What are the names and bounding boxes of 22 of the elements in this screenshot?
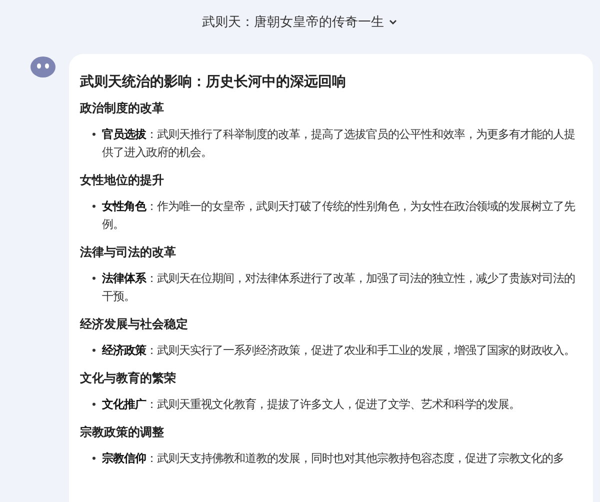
bullet-text: 宗教信仰：武则天支持佛教和道教的发展，同时也对其他宗教持包容态度，促进了宗教文化的多: [102, 451, 564, 467]
conversation-title-dropdown[interactable]: 武则天：唐朝女皇帝的传奇一生: [198, 10, 402, 34]
section-heading: 女性地位的提升: [80, 172, 165, 189]
message-heading: 武则天统治的影响：历史长河中的深远回响: [80, 72, 347, 91]
bullet-marker: •: [92, 344, 96, 359]
bullet-text: 文化推广：武则天重视文化教育，提拔了许多文人，促进了文学、艺术和科学的发展。: [102, 397, 520, 413]
bullet-text: 法律体系：武则天在位期间，对法律体系进行了改革，加强了司法的独立性，减少了贵族对司法的干预。: [102, 271, 576, 305]
section-heading: 文化与教育的繁荣: [80, 370, 177, 387]
section-heading: 政治制度的改革: [80, 100, 165, 117]
bullet-marker: •: [92, 398, 96, 413]
bullet-text: 官员选拔：武则天推行了科举制度的改革，提高了选拔官员的公平性和效率，为更多有才能的人提供了进入政府的机会。: [102, 127, 576, 161]
section-heading: 经济发展与社会稳定: [80, 316, 189, 333]
bullet-text: 经济政策：武则天实行了一系列经济政策，促进了农业和手工业的发展，增强了国家的财政收入。: [102, 343, 575, 359]
bullet-marker: •: [92, 452, 96, 467]
bullet-marker: •: [92, 272, 96, 287]
section-heading: 宗教政策的调整: [80, 424, 165, 441]
bullet-marker: •: [92, 200, 96, 215]
bot-avatar-icon: [30, 56, 56, 80]
section-heading: 法律与司法的改革: [80, 244, 177, 261]
bullet-marker: •: [92, 128, 96, 143]
chevron-down-icon: [388, 17, 398, 27]
bullet-text: 女性角色：作为唯一的女皇帝，武则天打破了传统的性别角色，为女性在政治领域的发展树立了先例。: [102, 199, 576, 233]
